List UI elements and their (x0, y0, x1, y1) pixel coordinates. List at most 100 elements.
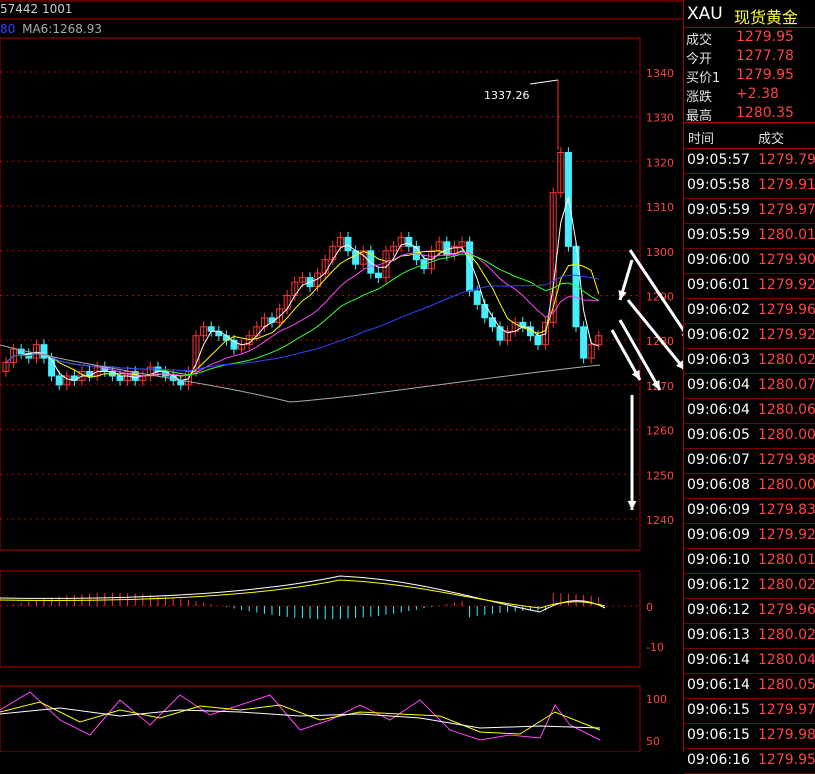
quote-key: 成交 (686, 33, 713, 48)
tick-row[interactable]: 09:06:05 1280.00 (684, 424, 815, 449)
price-tick-label: 1310 (646, 201, 674, 214)
candle-body (481, 303, 489, 319)
tick-price: 1279.92 (758, 527, 815, 543)
osc-tick-label: 50 (646, 735, 660, 748)
tick-row[interactable]: 09:06:15 1279.98 (684, 724, 815, 749)
tick-row[interactable]: 09:06:12 1280.02 (684, 574, 815, 599)
tick-price: 1280.00 (758, 477, 815, 493)
ma-legend-prefix: 80 (0, 22, 16, 36)
tick-price: 1279.90 (758, 252, 815, 268)
tick-time: 09:06:15 (687, 727, 750, 743)
tick-time: 09:05:59 (687, 227, 750, 243)
tick-row[interactable]: 09:05:59 1280.01 (684, 224, 815, 249)
tick-row[interactable]: 09:06:15 1279.97 (684, 699, 815, 724)
tick-price: 1280.00 (758, 427, 815, 443)
ma-legend: 80 MA6:1268.93 (0, 22, 102, 36)
annotation-arrow (626, 299, 683, 370)
main-panel-border (0, 37, 641, 551)
tick-price: 1280.02 (758, 352, 815, 368)
tick-row[interactable]: 09:06:00 1279.90 (684, 249, 815, 274)
price-tick-label: 1250 (646, 469, 674, 482)
tick-time: 09:06:07 (687, 452, 750, 468)
tick-row[interactable]: 09:06:16 1279.95 (684, 749, 815, 774)
tick-row[interactable]: 09:06:13 1280.02 (684, 624, 815, 649)
quote-key: 今开 (686, 52, 713, 67)
tick-row[interactable]: 09:06:02 1279.92 (684, 324, 815, 349)
tick-row[interactable]: 09:06:09 1279.92 (684, 524, 815, 549)
quote-value: 1277.78 (736, 48, 794, 64)
tick-price: 1280.01 (758, 552, 815, 568)
tick-row[interactable]: 09:05:58 1279.91 (684, 174, 815, 199)
tick-row[interactable]: 09:06:14 1280.04 (684, 649, 815, 674)
tick-row[interactable]: 09:06:01 1279.92 (684, 274, 815, 299)
tick-time: 09:06:12 (687, 577, 750, 593)
tick-row[interactable]: 09:06:14 1280.05 (684, 674, 815, 699)
tick-time: 09:06:14 (687, 677, 750, 693)
tick-list[interactable]: 09:05:57 1279.79 09:05:58 1279.91 09:05:59 12… (684, 149, 815, 774)
tick-row[interactable]: 09:06:10 1280.01 (684, 549, 815, 574)
tick-time: 09:06:04 (687, 402, 750, 418)
candle-body (55, 375, 63, 386)
candle-body (473, 290, 481, 305)
macd-tick-label: 0 (646, 601, 653, 614)
tick-time: 09:06:03 (687, 352, 750, 368)
tick-time: 09:05:59 (687, 202, 750, 218)
price-tick-label: 1300 (646, 246, 674, 259)
quote-value: 1279.95 (736, 67, 794, 83)
quote-row: 成交 1279.95 (684, 28, 815, 48)
chart-area[interactable]: 1340133013201310130012901280127012601250… (0, 0, 683, 752)
price-tick-label: 1270 (646, 380, 674, 393)
kline-chart[interactable]: 1340133013201310130012901280127012601250… (0, 0, 683, 752)
tick-time: 09:06:01 (687, 277, 750, 293)
quote-key: 买价1 (686, 71, 721, 86)
tick-row[interactable]: 09:06:04 1280.06 (684, 399, 815, 424)
tick-time: 09:06:09 (687, 502, 750, 518)
ma-line (5, 274, 599, 372)
tick-time: 09:05:57 (687, 152, 750, 168)
tick-price: 1279.98 (758, 727, 815, 743)
tick-time: 09:06:02 (687, 302, 750, 318)
tick-row[interactable]: 09:06:07 1279.98 (684, 449, 815, 474)
max-price-label: 1337.26 (484, 89, 530, 102)
tick-price: 1279.96 (758, 602, 815, 618)
tick-row[interactable]: 09:06:12 1279.96 (684, 599, 815, 624)
ticks-price-header: 成交 (758, 132, 785, 147)
tick-price: 1280.02 (758, 577, 815, 593)
ticks-header: 时间 成交 (684, 123, 815, 149)
candle-body (40, 344, 48, 359)
tick-row[interactable]: 09:05:59 1279.97 (684, 199, 815, 224)
quote-key: 最高 (686, 109, 713, 124)
tick-row[interactable]: 09:06:08 1280.00 (684, 474, 815, 499)
tick-row[interactable]: 09:06:03 1280.02 (684, 349, 815, 374)
macd-dea-line (0, 579, 606, 609)
quote-row: 最高 1280.35 (684, 104, 815, 124)
symbol-header: XAU 现货黄金 (684, 0, 815, 28)
candle-body (374, 272, 382, 279)
tick-row[interactable]: 09:05:57 1279.79 (684, 149, 815, 174)
tick-price: 1279.95 (758, 752, 815, 768)
tick-row[interactable]: 09:06:02 1279.96 (684, 299, 815, 324)
tick-price: 1279.97 (758, 702, 815, 718)
tick-row[interactable]: 09:06:09 1279.83 (684, 499, 815, 524)
tick-price: 1280.02 (758, 627, 815, 643)
price-tick-label: 1330 (646, 112, 674, 125)
tick-price: 1279.83 (758, 502, 815, 518)
candle-body (344, 236, 352, 252)
tick-price: 1280.01 (758, 227, 815, 243)
candle-body (116, 375, 124, 381)
tick-time: 09:06:12 (687, 602, 750, 618)
tick-price: 1279.98 (758, 452, 815, 468)
tick-price: 1280.06 (758, 402, 815, 418)
tick-price: 1280.07 (758, 377, 815, 393)
candle-body (534, 335, 542, 346)
price-tick-label: 1240 (646, 514, 674, 527)
price-tick-label: 1260 (646, 425, 674, 438)
symbol-name: 现货黄金 (734, 8, 799, 27)
tick-time: 09:06:09 (687, 527, 750, 543)
tick-time: 09:06:16 (687, 752, 750, 768)
tick-row[interactable]: 09:06:04 1280.07 (684, 374, 815, 399)
tick-time: 09:06:02 (687, 327, 750, 343)
arrow-head (627, 500, 637, 510)
ma-line (5, 197, 599, 381)
quote-value: 1279.95 (736, 29, 794, 45)
